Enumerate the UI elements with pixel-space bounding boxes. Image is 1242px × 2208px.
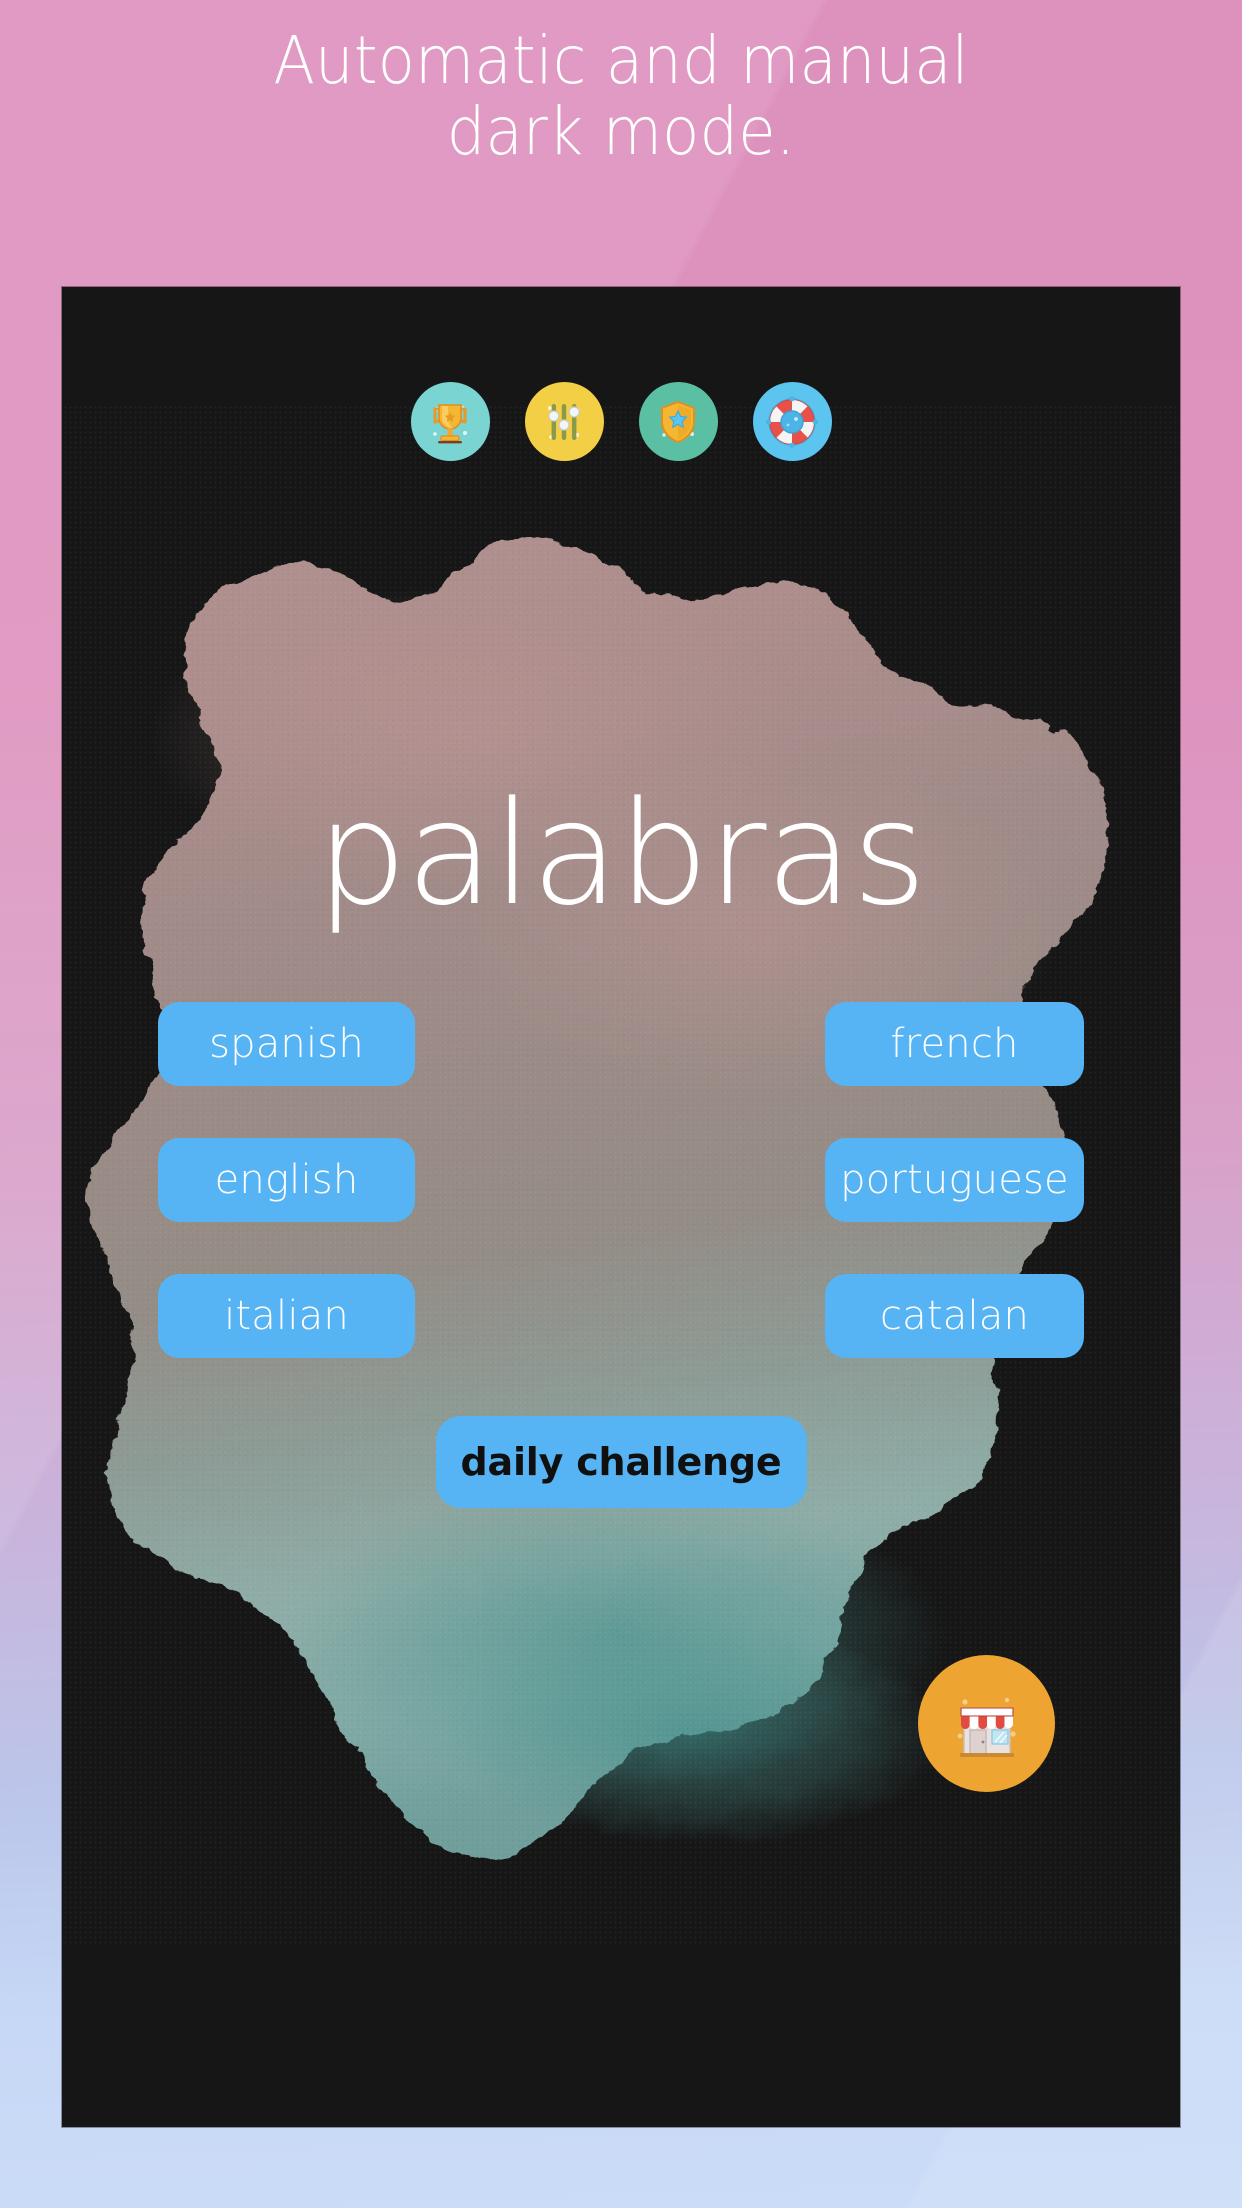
language-button-english[interactable]: english (158, 1138, 415, 1222)
language-button-grid: spanish french english portuguese italia… (158, 1002, 1084, 1358)
grid-gutter (415, 1274, 825, 1358)
trophy-icon[interactable] (410, 382, 490, 461)
app-logo: palabras (316, 770, 926, 937)
daily-challenge-row: daily challenge (62, 1416, 1180, 1508)
shop-icon[interactable] (918, 1655, 1055, 1792)
poster-headline: Automatic and manual dark mode. (50, 22, 1193, 170)
daily-challenge-button[interactable]: daily challenge (435, 1416, 807, 1508)
help-icon[interactable] (752, 382, 832, 461)
top-icon-row (62, 382, 1180, 461)
language-button-catalan[interactable]: catalan (825, 1274, 1084, 1358)
badge-icon[interactable] (638, 382, 718, 461)
app-screenshot-frame: palabras spanish french english portugue… (62, 287, 1180, 2127)
grid-gutter (415, 1138, 825, 1222)
language-button-portuguese[interactable]: portuguese (825, 1138, 1084, 1222)
language-button-spanish[interactable]: spanish (158, 1002, 415, 1086)
language-button-french[interactable]: french (825, 1002, 1084, 1086)
settings-icon[interactable] (524, 382, 604, 461)
grid-gutter (415, 1002, 825, 1086)
headline-line-2: dark mode. (446, 92, 796, 170)
headline-line-1: Automatic and manual (273, 22, 969, 99)
language-button-italian[interactable]: italian (158, 1274, 415, 1358)
